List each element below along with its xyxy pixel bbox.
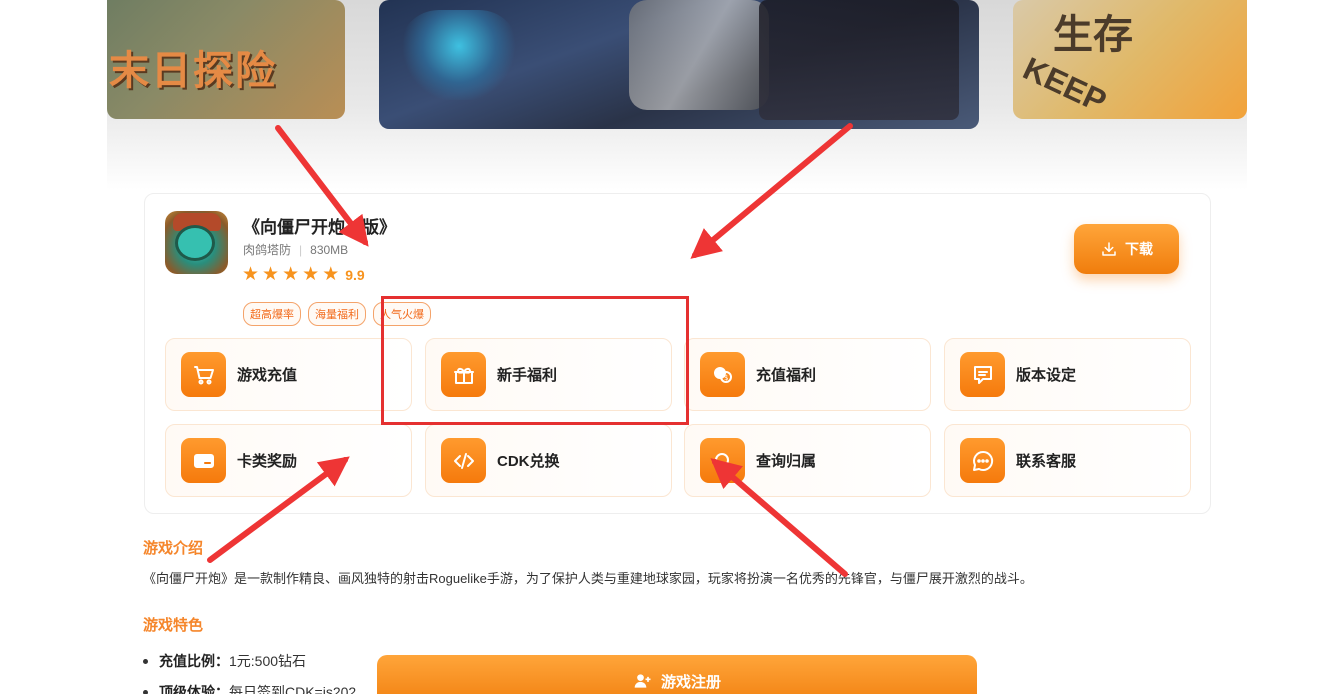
banner-slide-left[interactable]: 末日探险 xyxy=(107,0,345,119)
banner-slide-right[interactable]: 生存 KEEP xyxy=(1013,0,1247,119)
feature-card-rewards[interactable]: 卡类奖励 xyxy=(165,424,412,497)
feature-label: 联系客服 xyxy=(1016,453,1077,470)
game-meta: 肉鸽塔防 | 830MB xyxy=(243,243,349,257)
star-icon: ★ xyxy=(282,264,300,285)
coins-icon: $ xyxy=(700,352,745,397)
feature-value: 每日签到CDK=js202 xyxy=(229,684,357,694)
highlight-box xyxy=(381,296,689,425)
rating-score: 9.9 xyxy=(345,266,365,283)
feature-label: 充值福利 xyxy=(756,367,817,384)
feature-cdk-redeem[interactable]: CDK兑换 xyxy=(425,424,672,497)
intro-text: 《向僵尸开炮》是一款制作精良、画风独特的射击Roguelike手游，为了保护人类… xyxy=(143,571,1033,586)
feature-key: 顶级体验： xyxy=(159,684,229,694)
game-category: 肉鸽塔防 xyxy=(243,243,292,257)
feature-contact-service[interactable]: 联系客服 xyxy=(944,424,1191,497)
star-icon: ★ xyxy=(322,264,340,285)
intro-title: 游戏介绍 xyxy=(143,540,204,557)
register-button[interactable]: 游戏注册 xyxy=(377,655,977,694)
banner-art-character xyxy=(759,0,959,120)
feature-label: 卡类奖励 xyxy=(237,453,298,470)
game-size: 830MB xyxy=(310,243,349,257)
star-icon: ★ xyxy=(262,264,280,285)
rating-stars: ★ ★ ★ ★ ★ 9.9 xyxy=(242,265,365,284)
feature-version-settings[interactable]: 版本设定 xyxy=(944,338,1191,411)
download-label: 下载 xyxy=(1125,241,1153,257)
banner-slide-center[interactable] xyxy=(379,0,979,129)
feature-bullet: 顶级体验： 每日签到CDK=js202 xyxy=(143,682,356,694)
banner-art-glow xyxy=(399,10,519,100)
star-icon: ★ xyxy=(242,264,260,285)
download-icon xyxy=(1102,242,1116,256)
banner-right-subtitle: KEEP xyxy=(1017,50,1112,119)
banner-left-title: 末日探险 xyxy=(109,48,277,94)
tag: 超高爆率 xyxy=(243,302,301,326)
svg-text:$: $ xyxy=(724,374,728,382)
message-list-icon xyxy=(960,352,1005,397)
game-title: 《向僵尸开炮…版》 xyxy=(243,218,396,237)
tag: 海量福利 xyxy=(308,302,366,326)
banner-right-title: 生存 xyxy=(1053,13,1133,57)
register-label: 游戏注册 xyxy=(660,674,721,691)
chat-icon xyxy=(960,438,1005,483)
feature-game-recharge[interactable]: 游戏充值 xyxy=(165,338,412,411)
feature-label: 游戏充值 xyxy=(237,367,298,384)
features-title: 游戏特色 xyxy=(143,617,204,634)
feature-label: 查询归属 xyxy=(756,453,817,470)
feature-label: 版本设定 xyxy=(1016,367,1077,384)
card-icon xyxy=(181,438,226,483)
cart-icon xyxy=(181,352,226,397)
code-icon xyxy=(441,438,486,483)
feature-bullet: 充值比例： 1元:500钻石 xyxy=(143,651,306,671)
add-user-icon xyxy=(634,674,651,688)
feature-recharge-welfare[interactable]: $ 充值福利 xyxy=(684,338,931,411)
feature-label: CDK兑换 xyxy=(497,453,560,470)
star-icon: ★ xyxy=(302,264,320,285)
download-button[interactable]: 下载 xyxy=(1074,224,1179,274)
banner-carousel[interactable]: 末日探险 生存 KEEP xyxy=(107,0,1247,190)
game-icon xyxy=(165,211,228,274)
feature-query-ownership[interactable]: 查询归属 xyxy=(684,424,931,497)
banner-art-weapon xyxy=(629,0,769,110)
feature-value: 1元:500钻石 xyxy=(229,653,307,669)
search-icon xyxy=(700,438,745,483)
feature-key: 充值比例： xyxy=(159,653,229,669)
